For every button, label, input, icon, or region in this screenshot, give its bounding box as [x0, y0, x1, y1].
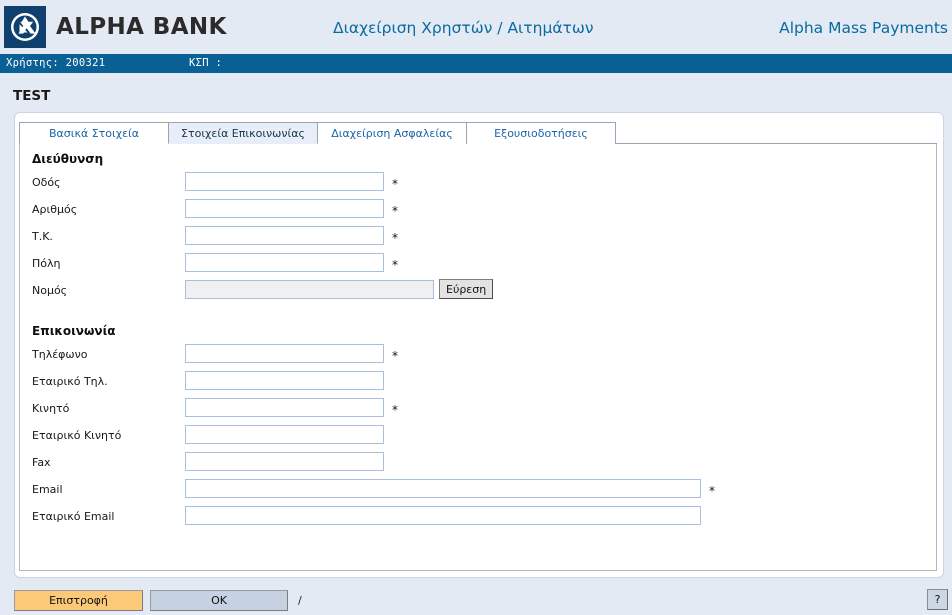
- field-label-1-5: Email: [32, 483, 63, 496]
- field-label-1-4: Fax: [32, 456, 51, 469]
- kep-text: ΚΣΠ :: [189, 57, 223, 69]
- field-input-1-4[interactable]: [185, 452, 384, 471]
- help-button[interactable]: ?: [927, 589, 948, 610]
- tab-label: Εξουσιοδοτήσεις: [494, 127, 588, 140]
- field-input-0-2[interactable]: [185, 226, 384, 245]
- back-button[interactable]: Επιστροφή: [14, 590, 143, 611]
- section-title-0: Διεύθυνση: [32, 152, 104, 166]
- field-label-0-1: Αριθμός: [32, 203, 78, 216]
- user-info-bar: Χρήστης: 200321 ΚΣΠ :: [0, 54, 952, 73]
- field-input-1-2[interactable]: [185, 398, 384, 417]
- tab-label: Βασικά Στοιχεία: [48, 127, 140, 140]
- field-label-1-3: Εταιρικό Κινητό: [32, 429, 122, 442]
- tab-label: Διαχείριση Ασφαλείας: [331, 127, 453, 140]
- tab-1[interactable]: Στοιχεία Επικοινωνίας: [168, 122, 318, 144]
- header-right-title: Alpha Mass Payments: [779, 19, 948, 37]
- tab-3[interactable]: Εξουσιοδοτήσεις: [466, 122, 616, 144]
- field-label-0-2: Τ.Κ.: [32, 230, 53, 243]
- field-label-1-2: Κινητό: [32, 402, 70, 415]
- tab-2[interactable]: Διαχείριση Ασφαλείας: [317, 122, 467, 144]
- field-input-0-0[interactable]: [185, 172, 384, 191]
- required-marker-0-1: *: [392, 204, 398, 218]
- page-title: TEST: [13, 88, 51, 104]
- field-input-1-6[interactable]: [185, 506, 701, 525]
- field-input-1-1[interactable]: [185, 371, 384, 390]
- tab-content-communication: Διεύθυνση Οδός * Αριθμός * Τ.Κ. * Πόλη * Νομός Εύρ…: [19, 144, 937, 571]
- required-marker-0-3: *: [392, 258, 398, 272]
- field-label-1-0: Τηλέφωνο: [32, 348, 88, 361]
- tab-0[interactable]: Βασικά Στοιχεία: [19, 122, 169, 144]
- field-label-0-3: Πόλη: [32, 257, 61, 270]
- user-id-text: Χρήστης: 200321: [6, 57, 106, 69]
- alpha-bank-logo-icon: [4, 6, 46, 48]
- field-label-1-6: Εταιρικό Email: [32, 510, 115, 523]
- field-input-1-3[interactable]: [185, 425, 384, 444]
- section-title-1: Επικοινωνία: [32, 324, 116, 338]
- main-panel: Βασικά Στοιχεία Στοιχεία Επικοινωνίας Διαχ…: [14, 112, 944, 578]
- field-label-0-0: Οδός: [32, 176, 61, 189]
- field-input-0-3[interactable]: [185, 253, 384, 272]
- field-label-1-1: Εταιρικό Τηλ.: [32, 375, 108, 388]
- ok-button[interactable]: ΟΚ: [150, 590, 288, 611]
- brand-name: ALPHA BANK: [56, 14, 227, 40]
- header-center-title: Διαχείριση Χρηστών / Αιτημάτων: [333, 19, 594, 37]
- field-input-1-0[interactable]: [185, 344, 384, 363]
- required-marker-0-2: *: [392, 231, 398, 245]
- tab-strip: Βασικά Στοιχεία Στοιχεία Επικοινωνίας Διαχ…: [19, 122, 937, 144]
- find-button[interactable]: Εύρεση: [439, 279, 494, 299]
- app-header: ALPHA BANK Διαχείριση Χρηστών / Αιτημάτω…: [0, 0, 952, 52]
- required-marker-1-0: *: [392, 349, 398, 363]
- field-input-1-5[interactable]: [185, 479, 701, 498]
- required-marker-1-5: *: [709, 484, 715, 498]
- required-marker-1-2: *: [392, 403, 398, 417]
- field-input-0-4: [185, 280, 434, 299]
- separator-text: /: [298, 594, 302, 607]
- required-marker-0-0: *: [392, 177, 398, 191]
- field-input-0-1[interactable]: [185, 199, 384, 218]
- tab-label: Στοιχεία Επικοινωνίας: [181, 126, 305, 140]
- footer-bar: Επιστροφή ΟΚ / ?: [0, 586, 952, 615]
- field-label-0-4: Νομός: [32, 284, 68, 297]
